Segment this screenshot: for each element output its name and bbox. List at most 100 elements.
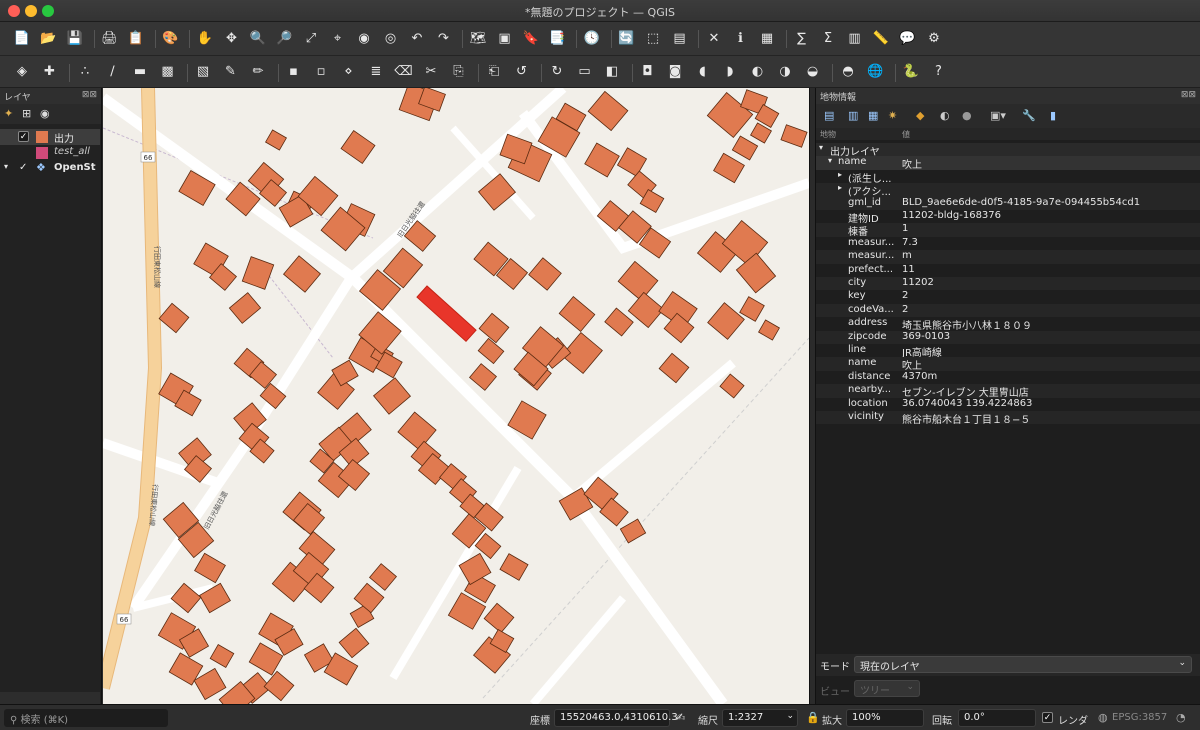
attribute-row[interactable]: city 11202 [816, 277, 1200, 291]
building[interactable] [158, 302, 190, 334]
building[interactable] [241, 256, 275, 290]
building[interactable] [209, 644, 235, 668]
add-feature-icon[interactable]: ▫ [311, 61, 331, 81]
identify-mode-icon[interactable]: ● [962, 109, 972, 122]
select-by-value-icon[interactable]: ▤ [670, 28, 690, 48]
toggle-extents-icon[interactable]: ✍ [676, 711, 685, 724]
building[interactable] [780, 124, 808, 148]
building[interactable] [478, 312, 510, 344]
layer-item-openstreetmap[interactable]: ▾ ✓ ❖ OpenSt [0, 161, 100, 177]
building[interactable] [397, 411, 437, 451]
zoom-in-icon[interactable]: 🔍 [248, 28, 268, 48]
zoom-next-icon[interactable]: ↷ [434, 28, 454, 48]
statistics-icon[interactable]: Σ [818, 28, 838, 48]
selected-building[interactable] [416, 285, 477, 343]
pin-label-icon[interactable]: ◘ [638, 61, 658, 81]
building[interactable] [340, 129, 376, 165]
expand-arrow-icon[interactable]: ▾ [4, 162, 8, 171]
clear-results-icon[interactable]: ✷ [888, 109, 897, 122]
zoom-to-selection-icon[interactable]: ⌖ [328, 28, 348, 48]
attribute-row[interactable]: line JR高崎線 [816, 344, 1200, 359]
toggle-editing-icon[interactable]: ✏ [248, 61, 268, 81]
label-tool-icon[interactable]: ▭ [575, 61, 595, 81]
layer-item-output[interactable]: ✓ 出力 [0, 129, 100, 145]
attribute-row[interactable]: codeVa... 2 [816, 303, 1200, 318]
view-select[interactable]: ツリー ⌄ [854, 680, 920, 697]
add-layer-icon[interactable]: ✚ [40, 61, 60, 81]
building[interactable] [719, 373, 745, 399]
paste-icon[interactable]: ⎗ [484, 61, 504, 81]
building[interactable] [170, 582, 202, 614]
building[interactable] [468, 363, 498, 391]
building[interactable] [248, 642, 284, 676]
tree-layer-row[interactable]: ▾ 出力レイヤ [816, 143, 1200, 158]
attribute-row[interactable]: prefect... 11 [816, 264, 1200, 277]
building[interactable] [528, 257, 562, 291]
pan-map-icon[interactable]: ✋ [195, 28, 215, 48]
building[interactable] [616, 147, 648, 177]
building[interactable] [658, 352, 690, 384]
copy-icon[interactable]: ⎘ [449, 61, 469, 81]
rotate-label-icon[interactable]: ◗ [720, 61, 740, 81]
building[interactable] [739, 296, 765, 322]
building[interactable] [372, 377, 412, 415]
building[interactable] [731, 135, 759, 161]
zoom-native-icon[interactable]: ◎ [381, 28, 401, 48]
zoom-last-icon[interactable]: ↶ [407, 28, 427, 48]
deselect-icon[interactable]: ✕ [704, 28, 724, 48]
new-geopackage-icon[interactable]: ▩ [158, 61, 178, 81]
attribute-row[interactable]: distance 4370m [816, 371, 1200, 384]
new-3d-view-icon[interactable]: ▣ [495, 28, 515, 48]
building[interactable] [707, 302, 745, 340]
locator-search-input[interactable]: ⚲ 検索 (⌘K) [4, 709, 168, 727]
attribute-row[interactable]: nearby... セブン-イレブン 大里冑山店 [816, 384, 1200, 399]
tree-actions-row[interactable]: ▸ (アクシ... [816, 183, 1200, 198]
highlight-label-icon[interactable]: ◙ [665, 61, 685, 81]
open-table-icon[interactable]: ▥ [845, 28, 865, 48]
attribute-row[interactable]: 建物ID 11202-bldg-168376 [816, 210, 1200, 225]
building[interactable] [282, 255, 322, 293]
layout-manager-icon[interactable]: 📋 [126, 28, 146, 48]
redo-icon[interactable]: ↻ [547, 61, 567, 81]
building[interactable] [194, 552, 226, 584]
close-panel-icon[interactable]: ⊠⊠ [1181, 90, 1196, 100]
delete-selected-icon[interactable]: ⌫ [394, 61, 414, 81]
digitize-line-icon[interactable]: ∕ [103, 61, 123, 81]
identify-features-icon[interactable]: ℹ [731, 28, 751, 48]
settings-wrench-icon[interactable]: 🔧 [1022, 109, 1036, 122]
close-panel-icon[interactable]: ⊠⊠ [82, 90, 97, 100]
collapse-tree-icon[interactable]: ▥ [848, 109, 858, 122]
modify-attributes-icon[interactable]: ≣ [366, 61, 386, 81]
render-checkbox[interactable]: ✓ [1042, 712, 1053, 723]
data-source-manager-icon[interactable]: ◈ [12, 61, 32, 81]
new-print-layout-icon[interactable]: 🖨 [100, 28, 120, 48]
attribute-row[interactable]: zipcode 369-0103 [816, 330, 1200, 344]
rotation-field[interactable]: 0.0° [958, 709, 1036, 727]
mode-select[interactable]: 現在のレイヤ ⌄ [854, 656, 1192, 673]
building[interactable] [338, 627, 370, 659]
building[interactable] [265, 129, 287, 151]
layer-item-test-all[interactable]: test_all [0, 145, 100, 161]
python-console-icon[interactable]: 🐍 [901, 61, 921, 81]
scale-field[interactable]: 1:2327 ⌄ [722, 709, 798, 727]
expand-new-results-icon[interactable]: ▦ [868, 109, 878, 122]
zoom-to-layer-icon[interactable]: ◉ [354, 28, 374, 48]
zoom-full-icon[interactable]: ⤢ [301, 28, 321, 48]
open-layer-styling-icon[interactable]: ✦ [4, 107, 13, 120]
help-icon[interactable]: ▮ [1050, 109, 1056, 122]
magnifier-field[interactable]: 100% [846, 709, 924, 727]
building[interactable] [558, 296, 596, 332]
print-response-icon[interactable]: ▣▾ [990, 109, 1006, 122]
copy-feature-icon[interactable]: ◆ [916, 109, 924, 122]
crs-value[interactable]: EPSG:3857 [1112, 712, 1167, 723]
attribute-row[interactable]: measur... 7.3 [816, 237, 1200, 250]
save-edits-icon[interactable]: ▪ [284, 61, 304, 81]
show-hide-labels-icon[interactable]: ◑ [775, 61, 795, 81]
tree-derived-row[interactable]: ▸ (派生し... [816, 170, 1200, 185]
processing-icon[interactable]: ⚙ [924, 28, 944, 48]
vertex-tool-icon[interactable]: ⋄ [339, 61, 359, 81]
select-features-icon[interactable]: ◐ [940, 109, 950, 122]
new-project-icon[interactable]: 📄 [12, 28, 32, 48]
label-style-icon[interactable]: ◧ [602, 61, 622, 81]
new-temp-layer-icon[interactable]: ▧ [193, 61, 213, 81]
